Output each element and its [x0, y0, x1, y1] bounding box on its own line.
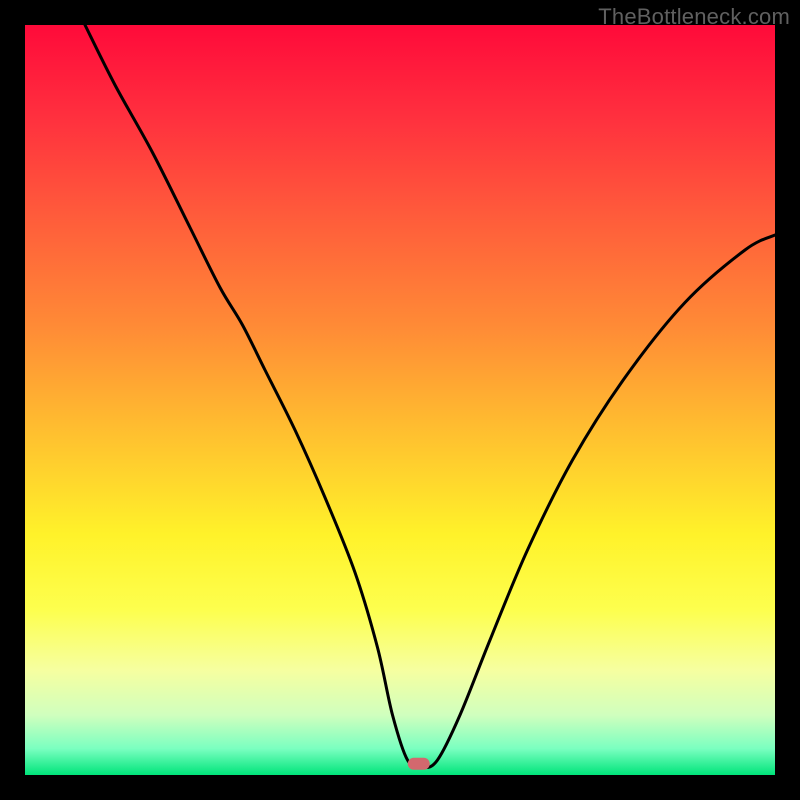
gradient-background	[25, 25, 775, 775]
optimum-marker	[408, 758, 430, 770]
watermark-text: TheBottleneck.com	[598, 4, 790, 30]
plot-area	[25, 25, 775, 775]
plot-svg	[25, 25, 775, 775]
chart-frame: TheBottleneck.com	[0, 0, 800, 800]
